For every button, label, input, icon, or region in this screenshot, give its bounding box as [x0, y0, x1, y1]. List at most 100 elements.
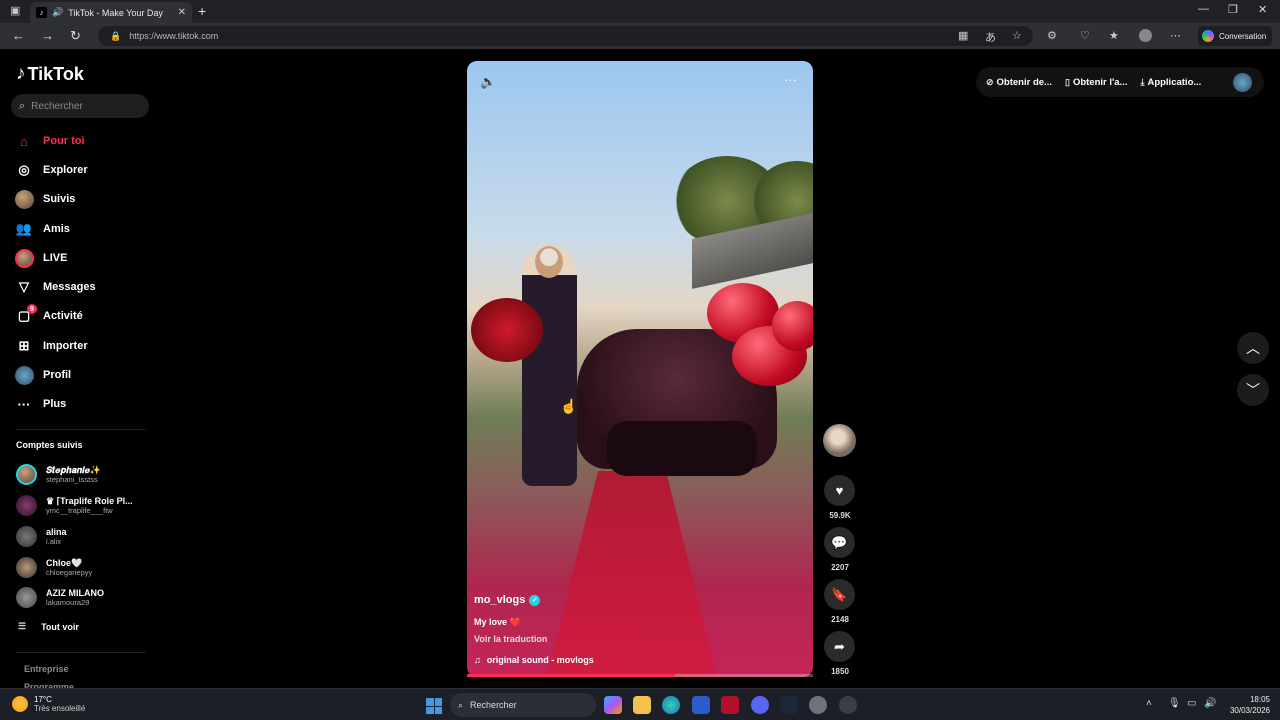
nav-live[interactable]: LIVE	[14, 248, 67, 268]
nav-activity[interactable]: ▢ 9 Activité	[14, 304, 83, 326]
list-icon: ☰	[18, 621, 27, 631]
friends-icon: 👥	[15, 221, 33, 236]
user-avatar[interactable]	[1233, 72, 1252, 92]
settings-app-icon[interactable]	[809, 696, 827, 714]
apps-icon[interactable]: ▦	[958, 29, 968, 42]
account-name: 𝑺𝒕𝒆𝒑𝒉𝒂𝒏𝒊𝒆✨	[46, 464, 102, 475]
video-player[interactable]	[467, 61, 813, 677]
video-progress-bar[interactable]	[467, 674, 813, 677]
see-translation-link[interactable]: Voir la traduction	[474, 634, 547, 644]
tiktok-favicon-icon: ♪	[36, 7, 47, 18]
save-count: 2148	[831, 615, 849, 624]
browser-essentials-icon[interactable]: ♡	[1080, 29, 1090, 42]
search-input[interactable]: ⌕ Rechercher	[11, 94, 149, 118]
profile-avatar-icon	[14, 365, 34, 385]
weather-widget[interactable]: 17°C Très ensoleillé	[12, 695, 85, 713]
nav-explore[interactable]: ◎ Explorer	[14, 160, 87, 180]
desktop-app-button[interactable]: ⤓ Applicatio...	[1140, 77, 1201, 88]
share-button[interactable]: ➦	[824, 631, 855, 662]
followed-account[interactable]: Chloe🤍 chloegariepyy	[16, 555, 92, 579]
nav-label: Suivis	[43, 193, 76, 205]
address-bar[interactable]: 🔒 https://www.tiktok.com	[98, 26, 1033, 46]
chevron-down-icon: ﹀	[1246, 382, 1260, 398]
conversation-label: Conversation	[1219, 31, 1267, 41]
minimize-icon[interactable]: —	[1198, 3, 1209, 15]
translate-icon[interactable]: あ	[985, 29, 996, 45]
network-icon[interactable]: ▭	[1187, 698, 1196, 709]
taskbar-search[interactable]: ⌕ Rechercher	[450, 693, 596, 717]
microphone-icon[interactable]: 🎙	[1168, 698, 1181, 709]
forward-icon[interactable]: →	[41, 28, 54, 43]
close-window-icon[interactable]: ✕	[1258, 3, 1267, 16]
speaker-icon[interactable]: 🔊	[52, 7, 63, 18]
back-icon[interactable]: ←	[12, 28, 25, 43]
footer-link-company[interactable]: Entreprise	[24, 664, 69, 674]
windows-start-icon[interactable]	[426, 698, 442, 714]
new-tab-icon[interactable]: +	[198, 3, 206, 19]
get-coins-button[interactable]: ⊘ Obtenir de...	[986, 77, 1052, 88]
comment-button[interactable]: 💬	[824, 527, 855, 558]
save-button[interactable]: 🔖	[824, 579, 855, 610]
person-head	[535, 246, 563, 278]
system-clock[interactable]: 18:05 30/03/2026	[1222, 694, 1270, 716]
edge-browser-icon[interactable]	[662, 696, 680, 714]
favorites-icon[interactable]: ★	[1109, 29, 1119, 42]
creator-avatar[interactable]	[823, 424, 856, 457]
nav-following[interactable]: Suivis	[14, 189, 75, 209]
sound-link[interactable]: ♫ original sound - movlogs	[474, 655, 594, 665]
copilot-app-icon[interactable]	[604, 696, 622, 714]
nav-upload[interactable]: ⊞ Importer	[14, 336, 88, 356]
nav-label: Pour toi	[43, 135, 85, 147]
refresh-icon[interactable]: ↻	[70, 28, 81, 44]
volume-icon[interactable]: 🔈	[480, 74, 496, 90]
volume-tray-icon[interactable]: 🔊	[1204, 698, 1216, 709]
store-icon[interactable]	[692, 696, 710, 714]
like-button[interactable]: ♥	[824, 475, 855, 506]
account-avatar	[16, 494, 37, 516]
verified-badge-icon: ✓	[529, 594, 541, 606]
followed-account[interactable]: ♛ ⌈Traplife Role Pl... ymc__traplife___ft…	[16, 493, 133, 517]
tray-chevron-icon[interactable]: ˄	[1146, 698, 1152, 709]
nav-profile[interactable]: Profil	[14, 365, 71, 385]
app-icon[interactable]	[839, 696, 857, 714]
taskbar-search-label: Rechercher	[470, 700, 517, 710]
profile-icon[interactable]	[1139, 29, 1152, 42]
get-app-button[interactable]: ▯ Obtenir l'a...	[1065, 77, 1127, 88]
copilot-conversation-button[interactable]: Conversation	[1198, 26, 1272, 46]
video-more-icon[interactable]: ···	[784, 72, 797, 87]
account-name: alina	[46, 526, 67, 537]
account-name: ♛ ⌈Traplife Role Pl...	[46, 495, 133, 506]
video-username[interactable]: mo_vlogs ✓	[474, 594, 541, 606]
followed-account[interactable]: alina l.alix	[16, 524, 67, 548]
send-icon: ▽	[19, 279, 29, 294]
avatar-icon	[14, 189, 34, 209]
followed-account[interactable]: 𝑺𝒕𝒆𝒑𝒉𝒂𝒏𝒊𝒆✨ stephani_tsstss	[16, 462, 101, 486]
steam-icon[interactable]	[780, 696, 798, 714]
tab-close-icon[interactable]: ✕	[178, 7, 186, 18]
previous-video-button[interactable]: ︿	[1237, 332, 1269, 364]
nav-more[interactable]: ··· Plus	[14, 394, 67, 414]
next-video-button[interactable]: ﹀	[1237, 374, 1269, 406]
extensions-icon[interactable]: ⚙	[1047, 29, 1057, 42]
settings-more-icon[interactable]: ⋯	[1170, 29, 1181, 42]
account-avatar	[16, 586, 37, 608]
file-explorer-icon[interactable]	[633, 696, 651, 714]
see-all-button[interactable]: ☰ Tout voir	[18, 621, 79, 632]
tab-actions-icon[interactable]: ▣	[10, 4, 20, 17]
restore-icon[interactable]: ❐	[1228, 3, 1238, 16]
sun-icon	[12, 696, 28, 712]
nav-for-you[interactable]: ⌂ Pour toi	[14, 131, 85, 151]
discord-icon[interactable]	[751, 696, 769, 714]
tiktok-logo[interactable]: ♪ TikTok	[16, 63, 84, 85]
nav-messages[interactable]: ▽ Messages	[14, 277, 96, 297]
browser-tab[interactable]: ♪ 🔊 TikTok - Make Your Day ✕	[30, 2, 192, 23]
inbox-icon: ▢ 9	[14, 304, 37, 326]
followed-account[interactable]: AZIZ MILANO lakamoura29	[16, 585, 104, 609]
acrobat-icon[interactable]	[721, 696, 739, 714]
search-icon: ⌕	[19, 99, 26, 112]
red-carpet	[547, 471, 717, 677]
favorite-star-icon[interactable]: ☆	[1012, 29, 1022, 42]
divider	[16, 652, 146, 653]
nav-friends[interactable]: 👥 Amis	[14, 219, 70, 239]
video-description: My love ❤️	[474, 617, 521, 627]
